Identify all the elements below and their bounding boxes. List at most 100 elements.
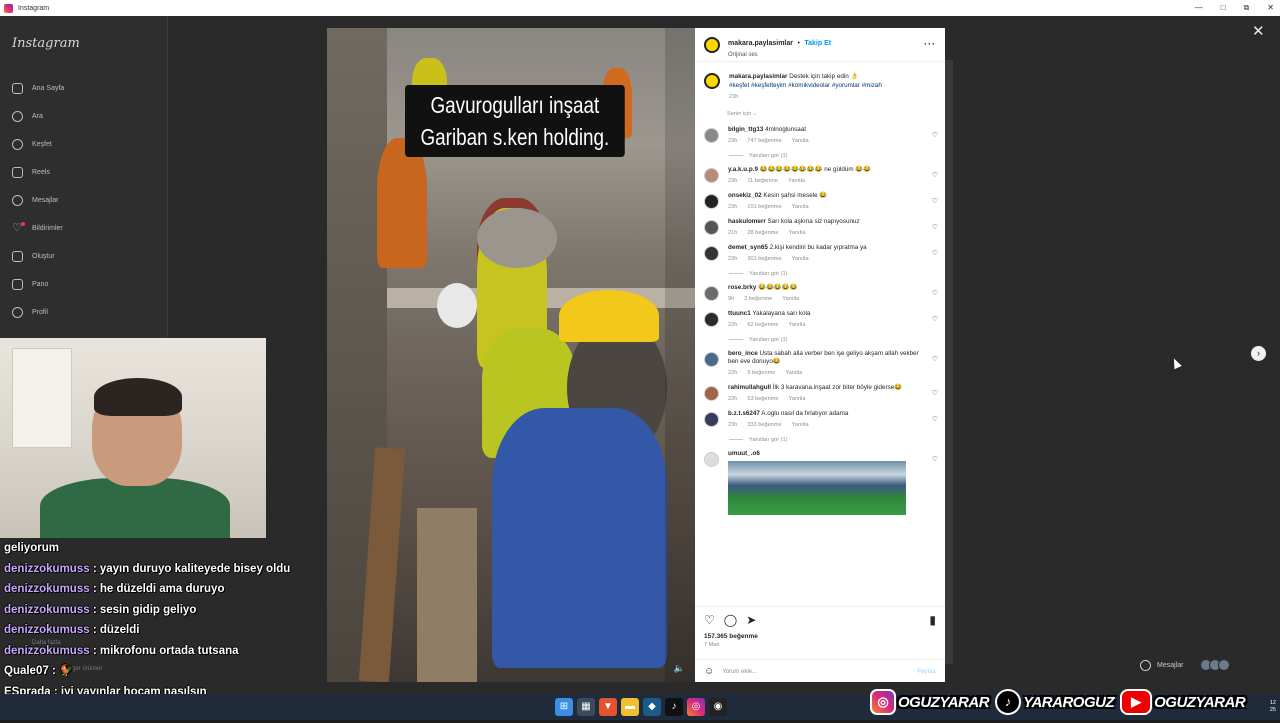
reply-button[interactable]: Yanıtla	[788, 178, 805, 184]
comment-likes[interactable]: 53 beğenme	[747, 396, 778, 402]
comment-likes[interactable]: 333 beğenme	[747, 422, 781, 428]
post-username[interactable]: makara.paylasimlar	[728, 40, 793, 47]
calculator-icon[interactable]: ▦	[577, 698, 595, 716]
avatar[interactable]	[704, 73, 720, 89]
like-comment-icon[interactable]: ♡	[932, 455, 938, 463]
likes-count[interactable]: 157.365 beğenme	[695, 633, 945, 640]
reply-button[interactable]: Yanıtla	[792, 138, 809, 144]
sidebar-item-explore[interactable]: Keşfet	[12, 130, 64, 158]
like-comment-icon[interactable]: ♡	[932, 355, 938, 363]
comment-username[interactable]: bero_ince	[728, 350, 758, 357]
reel-video[interactable]: Gavurogulları inşaat Gariban s.ken holdi…	[327, 28, 695, 682]
comment-likes[interactable]: 301 beğenme	[747, 256, 781, 262]
comments-scroll[interactable]: makara.paylasimlar Destek için takip edi…	[695, 70, 945, 604]
reply-button[interactable]: Yanıtla	[792, 204, 809, 210]
follow-button[interactable]: Takip Et	[804, 40, 831, 47]
comment-username[interactable]: y.a.k.u.p.9	[728, 166, 758, 173]
obs-icon[interactable]: ◉	[709, 698, 727, 716]
brave-browser-icon[interactable]: ▼	[599, 698, 617, 716]
comment-username[interactable]: b.z.t.s6247	[728, 410, 760, 417]
steam-icon[interactable]: ◆	[643, 698, 661, 716]
audio-label[interactable]: Orijinal ses	[728, 52, 831, 58]
comment-likes[interactable]: 11 beğenme	[747, 178, 778, 184]
like-comment-icon[interactable]: ♡	[932, 171, 938, 179]
avatar[interactable]	[704, 245, 719, 261]
comment-username[interactable]: onsekiz_02	[728, 192, 762, 199]
like-comment-icon[interactable]: ♡	[932, 415, 938, 423]
comment-likes[interactable]: 62 beğenme	[747, 322, 778, 328]
sidebar-item-reels[interactable]: Reels	[12, 158, 64, 186]
instagram-logo[interactable]: Instagram	[12, 36, 80, 51]
reply-button[interactable]: Yanıtla	[788, 322, 805, 328]
comment-input[interactable]: Yorum ekle...	[722, 669, 757, 675]
messages-float-button[interactable]: Mesajlar	[1136, 654, 1252, 676]
reply-button[interactable]: Yanıtla	[788, 396, 805, 402]
sidebar-item-messages[interactable]: Mesajlar	[12, 186, 64, 214]
mute-icon[interactable]: 🔈	[674, 663, 685, 674]
like-comment-icon[interactable]: ♡	[932, 197, 938, 205]
sidebar-item-dashboard[interactable]: Pano	[12, 270, 64, 298]
more-options-icon[interactable]: ···	[924, 39, 936, 49]
sidebar-item-profile[interactable]: Profil	[12, 298, 64, 326]
chat-nick[interactable]: denizzokumuss	[4, 624, 90, 636]
next-post-button[interactable]: ›	[1251, 346, 1266, 361]
close-icon[interactable]: ✕	[1252, 22, 1265, 40]
like-icon[interactable]: ♡	[704, 613, 715, 627]
avatar[interactable]	[704, 219, 719, 235]
chat-nick[interactable]: denizzokumuss	[4, 563, 90, 575]
avatar[interactable]	[704, 193, 719, 209]
reply-button[interactable]: Yanıtla	[782, 296, 799, 302]
avatar[interactable]	[704, 167, 719, 183]
reply-button[interactable]: Yanıtla	[792, 422, 809, 428]
comment-username[interactable]: rahimullahgull	[728, 384, 771, 391]
comment-username[interactable]: bilgin_ttg13	[728, 126, 763, 133]
avatar[interactable]	[704, 127, 719, 143]
like-comment-icon[interactable]: ♡	[932, 315, 938, 323]
instagram-taskbar-icon[interactable]: ◎	[687, 698, 705, 716]
reply-button[interactable]: Yanıtla	[792, 256, 809, 262]
comment-likes[interactable]: 2 beğenme	[744, 296, 772, 302]
comment-icon[interactable]: ◯	[724, 613, 737, 627]
chat-nick[interactable]: denizzokumuss	[4, 604, 90, 616]
comment-image[interactable]	[728, 460, 906, 515]
close-window-button[interactable]: ✕	[1267, 0, 1274, 16]
tiktok-icon[interactable]: ♪	[665, 698, 683, 716]
sidebar-item-create[interactable]: Oluştur	[12, 242, 64, 270]
view-replies-button[interactable]: Yanıtları gör (1)	[729, 153, 945, 159]
caption-username[interactable]: makara.paylasimlar	[729, 73, 787, 80]
comment-username[interactable]: ttuunc1	[728, 310, 751, 317]
sidebar-item-search[interactable]: Ara	[12, 102, 64, 130]
avatar[interactable]	[704, 311, 719, 327]
chat-nick[interactable]: denizzokumuss	[4, 583, 90, 595]
like-comment-icon[interactable]: ♡	[932, 223, 938, 231]
like-comment-icon[interactable]: ♡	[932, 289, 938, 297]
sidebar-item-notifications[interactable]: ♡ Bildirimler	[12, 214, 64, 242]
view-replies-button[interactable]: Yanıtları gör (1)	[729, 271, 945, 277]
comment-username[interactable]: umuut_.o6	[728, 450, 760, 457]
comment-username[interactable]: rose.brky	[728, 284, 756, 291]
more-window-button[interactable]: —	[1195, 0, 1203, 16]
avatar[interactable]	[704, 451, 719, 467]
reply-button[interactable]: Yanıtla	[785, 370, 802, 376]
avatar[interactable]	[704, 385, 719, 401]
avatar[interactable]	[704, 285, 719, 301]
view-replies-button[interactable]: Yanıtları gör (1)	[729, 337, 945, 343]
like-comment-icon[interactable]: ♡	[932, 249, 938, 257]
avatar[interactable]	[704, 351, 719, 367]
windows-start-icon[interactable]: ⊞	[555, 698, 573, 716]
like-comment-icon[interactable]: ♡	[932, 131, 938, 139]
chat-nick[interactable]: Quale07	[4, 665, 49, 677]
chat-nick[interactable]: denizzokumuss	[4, 645, 90, 657]
comment-likes[interactable]: 28 beğenme	[747, 230, 778, 236]
avatar[interactable]	[704, 411, 719, 427]
file-explorer-icon[interactable]: ▬	[621, 698, 639, 716]
comment-username[interactable]: demet_syn65	[728, 244, 768, 251]
sidebar-item-home[interactable]: Ana Sayfa	[12, 74, 64, 102]
sort-filter[interactable]: Senin için ⌵	[727, 111, 945, 118]
emoji-icon[interactable]: ☺	[704, 666, 714, 677]
like-comment-icon[interactable]: ♡	[932, 389, 938, 397]
reply-button[interactable]: Yanıtla	[788, 230, 805, 236]
view-replies-button[interactable]: Yanıtları gör (1)	[729, 437, 945, 443]
maximize-button[interactable]: ⧉	[1244, 0, 1250, 16]
system-clock[interactable]: 12 25	[1270, 700, 1276, 714]
